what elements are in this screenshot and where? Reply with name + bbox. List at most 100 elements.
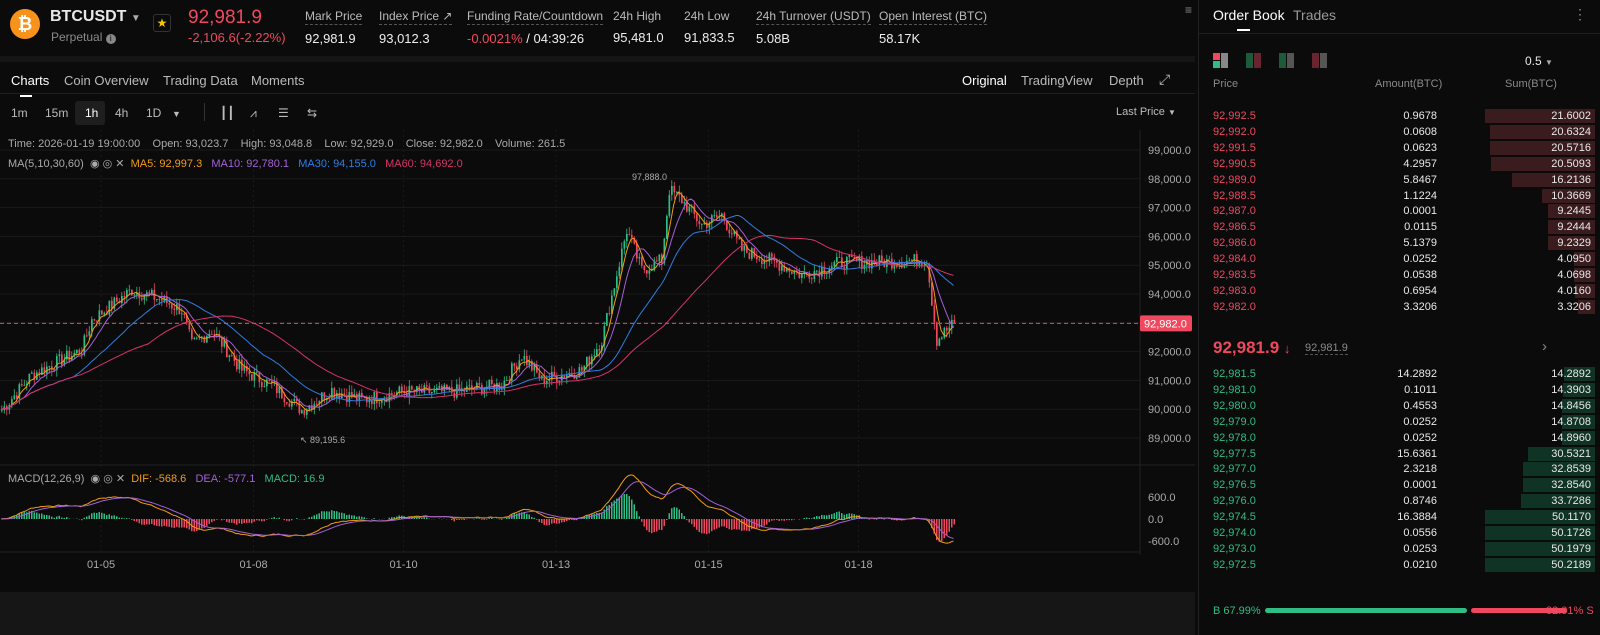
indicators-icon[interactable]: ⩘ bbox=[250, 106, 257, 121]
candle-body bbox=[798, 271, 801, 278]
bid-row[interactable]: 92,974.0 0.0556 50.1726 bbox=[1199, 525, 1600, 541]
ask-row[interactable]: 92,989.0 5.8467 16.2136 bbox=[1199, 172, 1600, 188]
bid-row[interactable]: 92,977.0 2.3218 32.8539 bbox=[1199, 461, 1600, 477]
bid-row[interactable]: 92,979.0 0.0252 14.8708 bbox=[1199, 414, 1600, 430]
candle-body bbox=[181, 313, 183, 315]
candle-body bbox=[246, 365, 248, 372]
candle-body bbox=[376, 391, 378, 403]
macd-histogram-bar bbox=[318, 513, 320, 519]
drag-handle-icon[interactable]: ≡ bbox=[1185, 3, 1192, 17]
ask-row[interactable]: 92,983.0 0.6954 4.0160 bbox=[1199, 283, 1600, 299]
price: 92,979.0 bbox=[1213, 415, 1256, 428]
candle-type-icon[interactable]: ┃┃ bbox=[220, 106, 234, 120]
macd-histogram-bar bbox=[483, 519, 485, 520]
macd-histogram-bar bbox=[61, 517, 63, 519]
macd-histogram-bar bbox=[261, 519, 263, 522]
tab-order-book[interactable]: Order Book bbox=[1213, 7, 1285, 23]
ma5-line bbox=[0, 191, 954, 412]
fullscreen-icon[interactable]: ⤢ bbox=[1159, 71, 1170, 88]
bid-row[interactable]: 92,980.0 0.4553 14.8456 bbox=[1199, 398, 1600, 414]
ask-row[interactable]: 92,992.0 0.0608 20.6324 bbox=[1199, 124, 1600, 140]
macd-histogram-bar bbox=[391, 517, 393, 519]
macd-histogram-bar bbox=[948, 519, 950, 532]
candle-body bbox=[621, 248, 623, 267]
tab-coin-overview[interactable]: Coin Overview bbox=[64, 73, 149, 88]
info-icon[interactable]: i bbox=[105, 34, 116, 44]
mid-price-value: 92,981.9 bbox=[1213, 338, 1280, 357]
more-menu-icon[interactable]: ⋮ bbox=[1573, 6, 1587, 23]
bid-row[interactable]: 92,973.0 0.0253 50.1979 bbox=[1199, 541, 1600, 557]
settings-icon[interactable]: ◎ bbox=[103, 473, 113, 485]
macd-histogram-bar bbox=[946, 519, 948, 536]
candle-body bbox=[23, 384, 26, 386]
ask-row[interactable]: 92,986.5 0.0115 9.2444 bbox=[1199, 219, 1600, 235]
ask-row[interactable]: 92,982.0 3.3206 3.3206 bbox=[1199, 299, 1600, 315]
interval-1m[interactable]: 1m bbox=[11, 106, 28, 120]
price-type-select[interactable]: Last Price ▼ bbox=[1116, 106, 1176, 118]
macd-histogram-bar bbox=[506, 517, 508, 519]
settings-icon[interactable]: ◎ bbox=[103, 158, 113, 170]
interval-15m[interactable]: 15m bbox=[45, 106, 68, 120]
favorite-star-icon[interactable]: ★ bbox=[153, 14, 171, 32]
interval-dropdown-icon[interactable]: ▼ bbox=[172, 109, 181, 119]
precision-select[interactable]: 0.5 ▼ bbox=[1525, 54, 1553, 68]
ask-row[interactable]: 92,983.5 0.0538 4.0698 bbox=[1199, 267, 1600, 283]
ask-row[interactable]: 92,991.5 0.0623 20.5716 bbox=[1199, 140, 1600, 156]
macd-histogram-bar bbox=[538, 519, 540, 523]
tab-moments[interactable]: Moments bbox=[251, 73, 304, 88]
close-icon[interactable]: ✕ bbox=[116, 473, 125, 485]
interval-1d[interactable]: 1D bbox=[146, 106, 161, 120]
ask-row[interactable]: 92,984.0 0.0252 4.0950 bbox=[1199, 251, 1600, 267]
chevron-right-icon[interactable]: › bbox=[1542, 338, 1547, 355]
view-both-icon[interactable] bbox=[1213, 53, 1229, 69]
drawing-tools-icon[interactable]: ☰ bbox=[278, 106, 289, 120]
eye-icon[interactable]: ◉ bbox=[90, 158, 100, 170]
ask-row[interactable]: 92,992.5 0.9678 21.6002 bbox=[1199, 108, 1600, 124]
tab-charts[interactable]: Charts bbox=[11, 73, 49, 88]
mode-original[interactable]: Original bbox=[962, 73, 1007, 88]
ask-row[interactable]: 92,988.5 1.1224 10.3669 bbox=[1199, 188, 1600, 204]
bid-row[interactable]: 92,976.5 0.0001 32.8540 bbox=[1199, 477, 1600, 493]
price: 92,992.5 bbox=[1213, 110, 1256, 122]
candle-body bbox=[888, 258, 891, 260]
index-price-stat[interactable]: Index Price ↗ 93,012.3 bbox=[379, 9, 453, 46]
view-asks-icon[interactable] bbox=[1312, 53, 1328, 68]
close-icon[interactable]: ✕ bbox=[115, 158, 124, 170]
ask-row[interactable]: 92,986.0 5.1379 9.2329 bbox=[1199, 235, 1600, 251]
bid-row[interactable]: 92,981.5 14.2892 14.2892 bbox=[1199, 366, 1600, 382]
amount: 3.3206 bbox=[1403, 300, 1437, 313]
bid-row[interactable]: 92,976.0 0.8746 33.7286 bbox=[1199, 493, 1600, 509]
macd-histogram-bar bbox=[838, 511, 840, 519]
symbol-selector[interactable]: BTCUSDT ▼ bbox=[50, 8, 141, 26]
bid-row[interactable]: 92,978.0 0.0252 14.8960 bbox=[1199, 430, 1600, 446]
ask-row[interactable]: 92,987.0 0.0001 9.2445 bbox=[1199, 203, 1600, 219]
candle-body bbox=[598, 349, 601, 351]
bid-row[interactable]: 92,981.0 0.1011 14.3903 bbox=[1199, 382, 1600, 398]
candle-body bbox=[293, 399, 296, 402]
macd-histogram-bar bbox=[648, 519, 650, 533]
mode-tradingview[interactable]: TradingView bbox=[1021, 73, 1093, 88]
bid-row[interactable]: 92,972.5 0.0210 50.2189 bbox=[1199, 557, 1600, 573]
interval-4h[interactable]: 4h bbox=[115, 106, 128, 120]
view-bids-icon[interactable] bbox=[1279, 53, 1295, 68]
candle-body bbox=[731, 233, 733, 235]
settings-icon[interactable]: ⇆ bbox=[307, 106, 317, 120]
macd-tick-label: -600.0 bbox=[1148, 536, 1179, 548]
macd-histogram-bar bbox=[726, 519, 728, 529]
candlestick-chart[interactable]: 99,000.0 98,000.0 97,000.0 96,000.0 95,000.0… bbox=[0, 130, 1195, 570]
view-split-icon[interactable] bbox=[1246, 53, 1262, 68]
bid-row[interactable]: 92,974.5 16.3884 50.1170 bbox=[1199, 509, 1600, 525]
tab-trading-data[interactable]: Trading Data bbox=[163, 73, 238, 88]
candle-body bbox=[541, 375, 543, 379]
candle-body bbox=[626, 233, 628, 242]
mode-depth[interactable]: Depth bbox=[1109, 73, 1144, 88]
interval-1h[interactable]: 1h bbox=[85, 106, 98, 120]
tab-trades[interactable]: Trades bbox=[1293, 7, 1336, 23]
stat-value: 92,981.9 bbox=[305, 31, 356, 46]
open-interest-stat: Open Interest (BTC) 58.17K bbox=[879, 9, 988, 46]
eye-icon[interactable]: ◉ bbox=[91, 473, 101, 485]
bid-row[interactable]: 92,977.5 15.6361 30.5321 bbox=[1199, 446, 1600, 462]
macd-tick-label: 600.0 bbox=[1148, 492, 1176, 504]
ask-row[interactable]: 92,990.5 4.2957 20.5093 bbox=[1199, 156, 1600, 172]
candle-body bbox=[648, 270, 651, 274]
